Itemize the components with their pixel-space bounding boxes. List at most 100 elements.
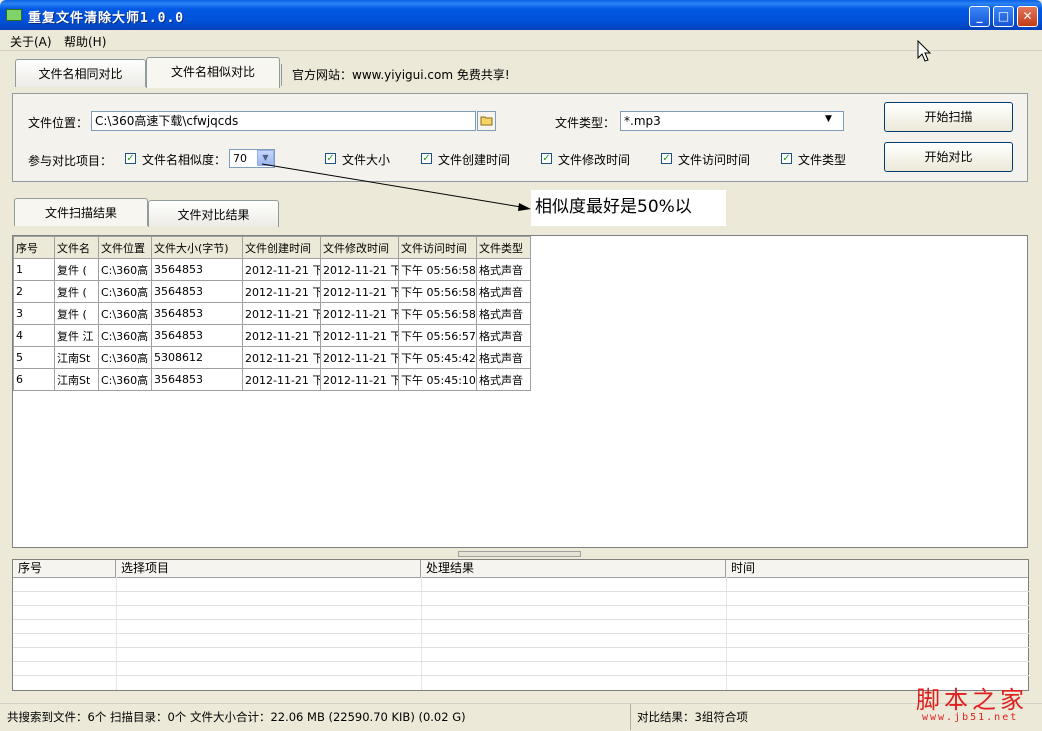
table-cell: 2012-11-21 下 bbox=[242, 346, 321, 369]
table-cell: 复件 ( bbox=[54, 258, 99, 281]
table-cell: 下午 05:56:58 bbox=[398, 302, 477, 325]
table-row[interactable]: 5 江南St C:\360高 5308612 2012-11-21 下 2012-11-2… bbox=[13, 346, 531, 369]
table-cell: 下午 05:56:58 bbox=[398, 258, 477, 281]
table-cell: 复件 ( bbox=[54, 302, 99, 325]
maximize-button[interactable]: □ bbox=[993, 6, 1014, 27]
filetype-value: *.mp3 bbox=[624, 114, 661, 128]
minimize-button[interactable]: _ bbox=[969, 6, 990, 27]
close-icon: ✕ bbox=[1022, 9, 1033, 23]
table-cell: 3564853 bbox=[151, 368, 243, 391]
start-scan-button[interactable]: 开始扫描 bbox=[884, 102, 1013, 132]
table-row[interactable]: 3 复件 (C:\360高 3564853 2012-11-21 下 2012-11-2… bbox=[13, 302, 531, 325]
table-header-row: 序号 文件名 文件位置 文件大小(字节) 文件创建时间 文件修改时间 文件访问时… bbox=[13, 236, 531, 259]
divider bbox=[13, 647, 1029, 648]
column-header[interactable]: 选择项目 bbox=[116, 560, 421, 577]
similarity-label: 文件名相似度： bbox=[142, 153, 227, 167]
table-cell: 5 bbox=[13, 346, 55, 369]
browse-folder-button[interactable] bbox=[477, 111, 496, 131]
tab-similar-name[interactable]: 文件名相似对比 bbox=[146, 57, 280, 88]
table-cell: 复件 ( bbox=[54, 280, 99, 303]
divider bbox=[13, 675, 1029, 676]
table-cell: 2012-11-21 下 bbox=[242, 258, 321, 281]
table-cell: 复件 江 bbox=[54, 324, 99, 347]
table-cell: 2012-11-21 下 bbox=[320, 280, 399, 303]
similarity-checkbox[interactable]: ✓ bbox=[125, 153, 136, 164]
size-checkbox[interactable]: ✓ bbox=[325, 153, 336, 164]
mouse-cursor-icon bbox=[917, 40, 932, 62]
table-row[interactable]: 6 江南St C:\360高 3564853 2012-11-21 下 2012-11-2… bbox=[13, 368, 531, 391]
column-header[interactable]: 时间 bbox=[726, 560, 1028, 577]
tab-scan-results[interactable]: 文件扫描结果 bbox=[14, 198, 148, 226]
status-summary: 共搜索到文件：6个 扫描目录：0个 文件大小合计：22.06 MB (22590… bbox=[7, 710, 466, 724]
table-cell: 2012-11-21 下 bbox=[320, 346, 399, 369]
table-row[interactable]: 2 复件 (C:\360高 3564853 2012-11-21 下 2012-11-2… bbox=[13, 280, 531, 303]
type-option-label: 文件类型 bbox=[798, 153, 847, 167]
table-cell: C:\360高 bbox=[98, 302, 152, 325]
column-header[interactable]: 处理结果 bbox=[421, 560, 726, 577]
table-cell: 2012-11-21 下 bbox=[242, 302, 321, 325]
column-header[interactable]: 文件大小(字节) bbox=[151, 236, 243, 259]
column-header[interactable]: 序号 bbox=[13, 236, 55, 259]
type-checkbox[interactable]: ✓ bbox=[781, 153, 792, 164]
tab-label: 文件名相似对比 bbox=[170, 65, 255, 79]
table-cell: C:\360高 bbox=[98, 346, 152, 369]
app-icon bbox=[6, 9, 22, 21]
menu-about[interactable]: 关于(A) bbox=[10, 33, 52, 50]
column-header[interactable]: 文件类型 bbox=[476, 236, 531, 259]
location-label: 文件位置： bbox=[28, 116, 89, 130]
modify-time-checkbox[interactable]: ✓ bbox=[541, 153, 552, 164]
tab-compare-results[interactable]: 文件对比结果 bbox=[148, 200, 279, 227]
divider bbox=[13, 633, 1029, 634]
table-cell: 格式声音 bbox=[476, 258, 531, 281]
location-input[interactable]: C:\360高速下载\cfwjqcds bbox=[91, 111, 476, 131]
menu-bar bbox=[0, 30, 1042, 51]
tab-same-name[interactable]: 文件名相同对比 bbox=[15, 59, 146, 87]
table-cell: 2 bbox=[13, 280, 55, 303]
divider bbox=[13, 577, 1028, 578]
column-header[interactable]: 文件访问时间 bbox=[398, 236, 477, 259]
divider bbox=[13, 619, 1029, 620]
column-header[interactable]: 文件创建时间 bbox=[242, 236, 321, 259]
options-panel bbox=[12, 93, 1028, 182]
table-cell: 2012-11-21 下 bbox=[320, 324, 399, 347]
table-cell: 格式声音 bbox=[476, 324, 531, 347]
table-cell: 下午 05:45:42 bbox=[398, 346, 477, 369]
scan-results-panel: 序号 文件名 文件位置 文件大小(字节) 文件创建时间 文件修改时间 文件访问时… bbox=[12, 235, 1028, 548]
close-button[interactable]: ✕ bbox=[1017, 6, 1038, 27]
table-cell: 格式声音 bbox=[476, 346, 531, 369]
start-compare-button[interactable]: 开始对比 bbox=[884, 142, 1013, 172]
website-text: 官方网站：www.yiyigui.com 免费共享! bbox=[292, 68, 510, 82]
table-row[interactable]: 4 复件 江 C:\360高 3564853 2012-11-21 下 2012-11-2… bbox=[13, 324, 531, 347]
scan-results-table: 序号 文件名 文件位置 文件大小(字节) 文件创建时间 文件修改时间 文件访问时… bbox=[13, 236, 531, 391]
watermark-logo: 脚本之家 bbox=[916, 686, 1028, 714]
table-cell: 2012-11-21 下 bbox=[320, 368, 399, 391]
table-cell: 2012-11-21 下 bbox=[320, 302, 399, 325]
table-cell: 2012-11-21 下 bbox=[320, 258, 399, 281]
chevron-down-icon[interactable]: ▼ bbox=[825, 114, 832, 124]
table-cell: 3564853 bbox=[151, 280, 243, 303]
table-cell: 3 bbox=[13, 302, 55, 325]
create-time-checkbox[interactable]: ✓ bbox=[421, 153, 432, 164]
splitter-handle[interactable] bbox=[458, 551, 581, 557]
table-cell: C:\360高 bbox=[98, 280, 152, 303]
table-cell: 2012-11-21 下 bbox=[242, 280, 321, 303]
divider bbox=[13, 661, 1029, 662]
column-header[interactable]: 序号 bbox=[13, 560, 116, 577]
column-header[interactable]: 文件修改时间 bbox=[320, 236, 399, 259]
table-cell: 4 bbox=[13, 324, 55, 347]
divider bbox=[281, 64, 282, 86]
column-header[interactable]: 文件位置 bbox=[98, 236, 152, 259]
column-header[interactable]: 文件名 bbox=[54, 236, 99, 259]
access-time-checkbox[interactable]: ✓ bbox=[661, 153, 672, 164]
table-cell: 3564853 bbox=[151, 258, 243, 281]
filetype-label: 文件类型： bbox=[555, 116, 616, 130]
table-cell: 格式声音 bbox=[476, 302, 531, 325]
table-cell: 江南St bbox=[54, 368, 99, 391]
menu-help[interactable]: 帮助(H) bbox=[64, 33, 106, 50]
table-row[interactable]: 1 复件 (C:\360高 3564853 2012-11-21 下 2012-11-2… bbox=[13, 258, 531, 281]
table-cell: 6 bbox=[13, 368, 55, 391]
filetype-select[interactable]: *.mp3 bbox=[620, 111, 844, 131]
tab-label: 文件对比结果 bbox=[177, 208, 250, 222]
chevron-down-icon[interactable]: ▼ bbox=[257, 150, 274, 166]
size-option-label: 文件大小 bbox=[342, 153, 391, 167]
